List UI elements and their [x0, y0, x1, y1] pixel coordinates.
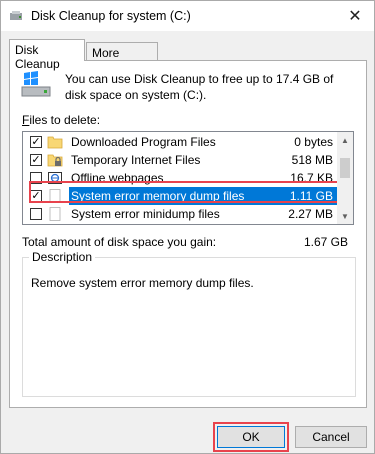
- list-item-system-error-minidump-files[interactable]: System error minidump files 2.27 MB: [23, 205, 337, 223]
- disk-cleanup-window: Disk Cleanup for system (C:) ✕ Disk Clea…: [0, 0, 375, 454]
- tab-more-options[interactable]: More Options: [86, 42, 158, 74]
- temporary-internet-files-checkbox[interactable]: ✓: [30, 154, 42, 166]
- intro-text: You can use Disk Cleanup to free up to 1…: [65, 72, 334, 102]
- file-name: System error minidump files: [71, 207, 220, 221]
- disk-cleanup-panel: You can use Disk Cleanup to free up to 1…: [9, 60, 367, 408]
- files-label-rest: iles to delete:: [29, 113, 101, 127]
- file-size: 518 MB: [291, 153, 333, 167]
- total-space-value: 1.67 GB: [303, 235, 348, 249]
- total-space-label: Total amount of disk space you gain:: [22, 235, 217, 249]
- folder-lock-icon: [47, 154, 63, 167]
- offline-webpages-checkbox[interactable]: [30, 172, 42, 184]
- list-item-downloaded-program-files[interactable]: ✓ Downloaded Program Files 0 bytes: [23, 133, 337, 151]
- scroll-down-arrow-icon[interactable]: ▼: [337, 208, 353, 224]
- title-bar: Disk Cleanup for system (C:) ✕: [1, 1, 374, 31]
- close-button[interactable]: ✕: [336, 1, 374, 31]
- offline-webpage-icon: [48, 172, 62, 184]
- file-size: 0 bytes: [294, 135, 333, 149]
- file-size: 1.11 GB: [289, 189, 333, 203]
- list-item-system-error-memory-dump-files[interactable]: ✓ System error memory dump files 1.11 GB: [23, 187, 337, 205]
- system-error-memory-dump-files-checkbox[interactable]: ✓: [30, 190, 42, 202]
- ok-button[interactable]: OK: [217, 426, 285, 448]
- list-item-temporary-internet-files[interactable]: ✓ Temporary Internet Files 518 MB: [23, 151, 337, 169]
- system-error-minidump-files-checkbox[interactable]: [30, 208, 42, 220]
- description-text: Remove system error memory dump files.: [31, 276, 254, 290]
- cancel-button[interactable]: Cancel: [295, 426, 367, 448]
- blank-file-icon: [49, 207, 61, 221]
- list-scrollbar[interactable]: ▲ ▼: [337, 132, 353, 224]
- folder-icon: [47, 136, 63, 149]
- file-name: Downloaded Program Files: [71, 135, 216, 149]
- drive-cleanup-icon: [21, 71, 51, 97]
- list-item-offline-webpages[interactable]: Offline webpages 16.7 KB: [23, 169, 337, 187]
- description-legend: Description: [29, 250, 96, 264]
- file-size: 16.7 KB: [290, 171, 333, 185]
- window-title: Disk Cleanup for system (C:): [31, 9, 191, 23]
- tab-disk-cleanup[interactable]: Disk Cleanup: [9, 39, 85, 71]
- scroll-thumb[interactable]: [340, 158, 350, 178]
- file-name: System error memory dump files: [71, 189, 245, 203]
- disk-cleanup-app-icon: [10, 11, 22, 20]
- files-to-delete-label: Files to delete:: [22, 113, 100, 127]
- description-group: Description Remove system error memory d…: [22, 250, 356, 397]
- files-to-delete-list[interactable]: ✓ Downloaded Program Files 0 bytes ✓ Tem…: [22, 131, 354, 225]
- blank-file-icon: [49, 189, 61, 203]
- file-size: 2.27 MB: [288, 207, 333, 221]
- file-name: Temporary Internet Files: [71, 153, 201, 167]
- scroll-up-arrow-icon[interactable]: ▲: [337, 132, 353, 148]
- file-name: Offline webpages: [71, 171, 164, 185]
- close-icon: ✕: [348, 8, 362, 25]
- downloaded-program-files-checkbox[interactable]: ✓: [30, 136, 42, 148]
